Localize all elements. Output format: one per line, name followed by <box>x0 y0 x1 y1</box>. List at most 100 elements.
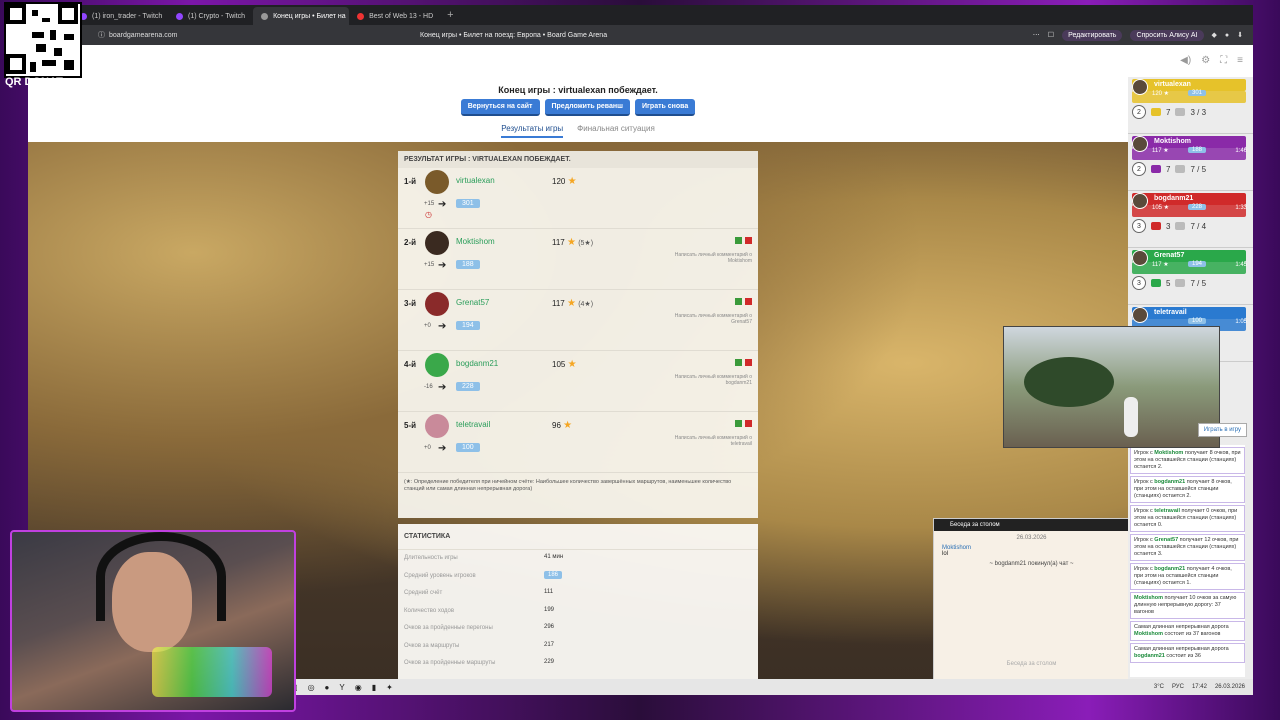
player-score: 117 <box>552 238 565 247</box>
log-pre: Самая длинная непрерывная дорога <box>1134 624 1229 630</box>
thumb-down-icon[interactable] <box>745 298 752 305</box>
play-again-button[interactable]: Играть снова <box>634 99 696 116</box>
log-pre: Игрок с <box>1134 450 1155 456</box>
avatar[interactable] <box>1132 79 1148 95</box>
tab-2[interactable]: (1) Crypto - Twitch <box>168 7 253 25</box>
thumb-down-icon[interactable] <box>745 237 752 244</box>
avatar[interactable] <box>425 414 449 438</box>
log-player[interactable]: Moktishom <box>1134 595 1163 601</box>
new-tab-button[interactable]: + <box>441 9 459 21</box>
player-rank: 3-й <box>404 299 417 308</box>
player-rank: 2-й <box>404 238 417 247</box>
result-tabs: Результаты игры Финальная ситуация <box>28 124 1128 138</box>
hamburger-icon[interactable]: ≡ <box>1237 55 1243 66</box>
avatar[interactable] <box>425 170 449 194</box>
elo-delta: +15 <box>424 262 435 268</box>
wagon-count: 5 <box>1166 278 1171 288</box>
yandex-icon[interactable]: Y <box>339 683 344 692</box>
back-to-site-button[interactable]: Вернуться на сайт <box>460 99 540 116</box>
player-name[interactable]: teletravail <box>456 420 490 429</box>
shield-icon[interactable]: ◆ <box>1212 31 1217 39</box>
player-name[interactable]: Moktishom <box>456 237 495 246</box>
player-score-wrap: 120 ★ <box>552 176 577 187</box>
thumb-down-icon[interactable] <box>745 420 752 427</box>
log-item: Игрок с bogdanm21 получает 8 очков, при … <box>1130 476 1245 503</box>
avatar[interactable] <box>1132 193 1148 209</box>
tab-results[interactable]: Результаты игры <box>501 124 564 138</box>
chat-input[interactable]: Беседа за столом <box>934 661 1129 667</box>
thumb-up-icon[interactable] <box>735 420 742 427</box>
rematch-button[interactable]: Предложить реванш <box>544 99 630 116</box>
person-shape <box>1124 397 1138 437</box>
player-card-elo: 100 <box>1188 318 1207 324</box>
stat-row: Очков за маршруты 217 <box>398 638 758 656</box>
player-name[interactable]: virtualexan <box>456 176 495 185</box>
log-player[interactable]: bogdanm21 <box>1134 653 1165 659</box>
search-icon[interactable]: ◎ <box>308 683 315 692</box>
comment-link[interactable]: Написать личный комментарий о teletravai… <box>654 435 752 447</box>
log-player[interactable]: bogdanm21 <box>1154 479 1185 485</box>
tab-1[interactable]: (1) iron_trader - Twitch <box>72 7 168 25</box>
extension-icon[interactable]: ● <box>1225 32 1229 39</box>
player-name[interactable]: bogdanm21 <box>456 359 498 368</box>
sound-icon[interactable]: ◀) <box>1180 55 1191 66</box>
avatar[interactable] <box>1132 307 1148 323</box>
play-game-button[interactable]: Играть в игру <box>1197 423 1247 437</box>
log-list: Игрок с Moktishom получает 8 очков, при … <box>1130 447 1245 663</box>
player-result-row: 4-й bogdanm21 105 ★ -16 ➔ 228 Написать личный… <box>398 351 758 412</box>
log-player[interactable]: teletravail <box>1154 508 1180 514</box>
comment-link[interactable]: Написать личный комментарий о Grenat57 <box>654 313 752 325</box>
clock-date: 26.03.2026 <box>1214 684 1245 690</box>
avatar[interactable] <box>1132 250 1148 266</box>
log-player[interactable]: Grenat57 <box>1154 537 1178 543</box>
thumb-up-icon[interactable] <box>735 359 742 366</box>
log-player[interactable]: bogdanm21 <box>1154 566 1185 572</box>
stat-row: Средний уровень игроков 186 <box>398 568 758 586</box>
tab-3[interactable]: Конец игры • Билет на <box>253 7 350 25</box>
settings-icon[interactable]: ⚙ <box>1201 55 1210 66</box>
vote-flags <box>735 298 752 305</box>
player-name[interactable]: Grenat57 <box>456 298 489 307</box>
player-card-points: 117 ★ <box>1152 262 1169 268</box>
alice-button[interactable]: Спросить Алису AI <box>1130 29 1204 41</box>
player-card: Grenat57 117 ★ 194 1:45 3 5 7 / 5 <box>1128 248 1253 305</box>
bookmark-icon[interactable]: ☐ <box>1048 31 1054 39</box>
thumb-up-icon[interactable] <box>735 237 742 244</box>
avatar[interactable] <box>425 353 449 377</box>
avatar[interactable] <box>1132 136 1148 152</box>
tab-4[interactable]: Best of Web 13 - HD <box>349 7 441 25</box>
log-item: Самая длинная непрерывная дорога Moktish… <box>1130 621 1245 641</box>
edit-button[interactable]: Редактировать <box>1062 29 1123 41</box>
file-icon[interactable]: ▮ <box>372 683 376 692</box>
lang-indicator[interactable]: РУС <box>1172 684 1184 690</box>
thumb-up-icon[interactable] <box>735 298 742 305</box>
tab-final-situation[interactable]: Финальная ситуация <box>577 124 655 138</box>
qr-cell <box>32 32 44 38</box>
player-rank: 4-й <box>404 360 417 369</box>
log-player[interactable]: Moktishom <box>1154 450 1183 456</box>
results-header: РЕЗУЛЬТАТ ИГРЫ : VIRTUALEXAN ПОБЕЖДАЕТ. <box>398 151 758 168</box>
download-icon[interactable]: ⬇ <box>1237 31 1243 39</box>
fullscreen-icon[interactable]: ⛶ <box>1220 55 1227 66</box>
log-pre: Игрок с <box>1134 566 1155 572</box>
player-card-time: 1:46 <box>1235 148 1247 154</box>
qr-cell <box>42 18 50 22</box>
qr-code <box>4 2 82 78</box>
chrome-icon[interactable]: ● <box>325 683 330 692</box>
menu-icon[interactable]: ⋯ <box>1033 31 1040 39</box>
app2-icon[interactable]: ✦ <box>386 683 393 692</box>
chat-system-message: ~ bogdanm21 покинул(а) чат ~ <box>989 561 1074 567</box>
browser-actions: ⋯ ☐ Редактировать Спросить Алису AI ◆ ● … <box>1033 29 1243 41</box>
log-player[interactable]: Moktishom <box>1134 631 1163 637</box>
player-result-row: 5-й teletravail 96 ★ +0 ➔ 100 Написать личный… <box>398 412 758 473</box>
avatar[interactable] <box>425 231 449 255</box>
thumb-down-icon[interactable] <box>745 359 752 366</box>
video-overlay: Играть в игру <box>1003 326 1247 448</box>
ticket-icon <box>1175 222 1186 230</box>
url-field[interactable]: ⓘ boardgamearena.com <box>98 30 178 40</box>
stats-panel: СТАТИСТИКА Длительность игры 41 мин Средни… <box>398 524 758 695</box>
app-icon[interactable]: ◉ <box>355 683 362 692</box>
avatar[interactable] <box>425 292 449 316</box>
comment-link[interactable]: Написать личный комментарий о Moktishom <box>654 252 752 264</box>
comment-link[interactable]: Написать личный комментарий о bogdanm21 <box>654 374 752 386</box>
